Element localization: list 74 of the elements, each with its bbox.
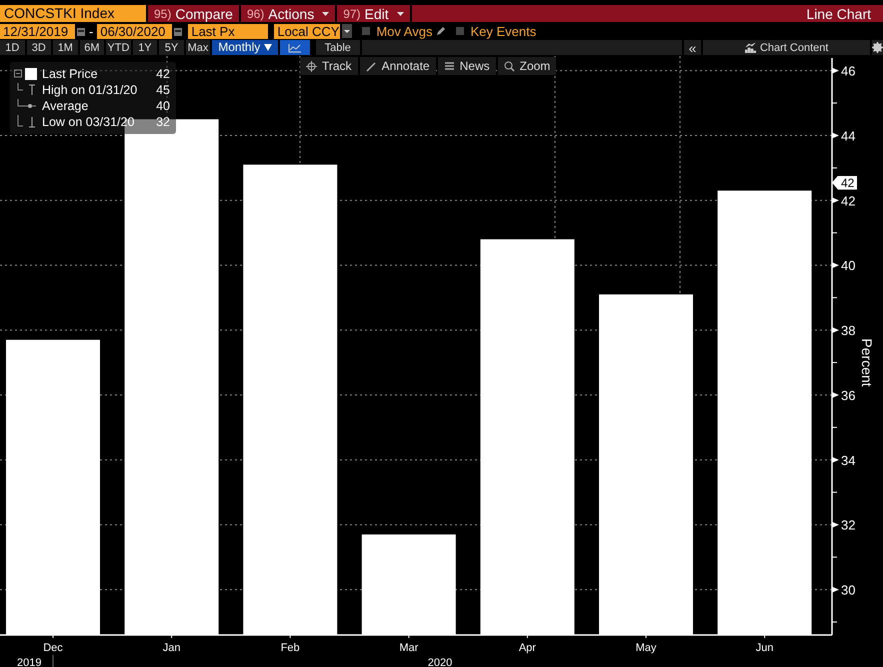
menu-button[interactable]: 97) Edit — [337, 5, 410, 22]
axis-label: 36 — [841, 388, 856, 403]
axis-label: May — [636, 642, 656, 654]
period-tab[interactable]: 3D — [26, 40, 52, 55]
date-separator: - — [88, 24, 94, 38]
start-date-field[interactable]: 12/31/2019 — [0, 24, 75, 38]
legend-value: 32 — [156, 115, 170, 129]
caret-icon — [396, 12, 404, 16]
period-tab[interactable]: 6M — [80, 40, 104, 55]
list-icon — [444, 60, 455, 72]
calendar-icon[interactable] — [174, 26, 182, 36]
option-label: Mov Avgs — [376, 24, 432, 38]
axis-title: Percent — [859, 338, 875, 387]
bar-chart-icon — [744, 42, 756, 52]
axis-label: Jun — [756, 642, 774, 654]
axis-label: 46 — [841, 64, 856, 79]
axis-label: Apr — [518, 642, 536, 654]
dropdown-icon[interactable] — [342, 24, 352, 38]
period-tab[interactable]: 1D — [0, 40, 25, 55]
tool-button[interactable]: Track — [300, 57, 358, 75]
period-tab[interactable]: 1Y — [132, 40, 158, 55]
line-chart-icon — [288, 42, 302, 52]
pencil-icon[interactable] — [436, 26, 446, 36]
legend-label: Average — [42, 99, 90, 113]
legend-value: 45 — [156, 83, 170, 97]
checkbox[interactable] — [456, 27, 464, 35]
legend-label: High on 01/31/20 — [42, 83, 138, 97]
settings-button[interactable] — [872, 40, 883, 55]
axis-label: 44 — [841, 128, 856, 144]
table-tab[interactable]: Table — [316, 40, 360, 55]
axis-label: Dec — [43, 642, 63, 654]
period-tab[interactable]: YTD — [106, 40, 131, 55]
tool-button[interactable]: Annotate — [360, 57, 436, 75]
axis-label: 32 — [841, 518, 856, 533]
collapse-button[interactable]: « — [684, 40, 702, 55]
currency-dropdown[interactable]: Local CCY — [274, 24, 340, 38]
legend-value: 40 — [156, 99, 170, 113]
gear-icon — [872, 42, 883, 53]
axis-label: 40 — [841, 258, 856, 274]
tool-button[interactable]: Zoom — [498, 57, 556, 75]
legend-label: Low on 03/31/20 — [42, 115, 136, 129]
caret-icon — [264, 44, 272, 51]
crosshair-icon — [306, 60, 317, 72]
year-label: 2019 — [17, 657, 42, 667]
calendar-icon[interactable] — [77, 26, 85, 36]
axis-label: 42 — [841, 193, 856, 208]
axis-label: Mar — [399, 642, 418, 654]
pen-icon — [366, 60, 377, 72]
axis-label: Feb — [280, 642, 300, 654]
security-field[interactable]: CONCSTKI Index — [0, 5, 146, 22]
axis-label: 34 — [841, 452, 856, 468]
legend-label: Last Price — [42, 67, 99, 81]
end-date-field[interactable]: 06/30/2020 — [97, 24, 172, 38]
frequency-dropdown[interactable]: Monthly — [212, 40, 278, 55]
menu-button[interactable]: 96) Actions — [240, 5, 336, 22]
caret-icon — [322, 12, 330, 16]
last-value-badge: 42 — [832, 176, 858, 190]
chart-title: Line Chart — [806, 6, 871, 22]
period-tab[interactable]: 5Y — [159, 40, 184, 55]
axis-label: Jan — [162, 642, 180, 654]
year-label: 2020 — [428, 657, 452, 667]
checkbox[interactable] — [362, 27, 370, 35]
period-tab[interactable]: Max — [186, 40, 210, 55]
line-chart-button[interactable] — [280, 40, 310, 55]
axis-label: 38 — [841, 323, 856, 338]
field-dropdown[interactable]: Last Px — [188, 24, 268, 38]
period-tab[interactable]: 1M — [53, 40, 78, 55]
legend-value: 42 — [156, 67, 170, 81]
axis-label: 30 — [841, 582, 856, 598]
option-label: Key Events — [470, 24, 536, 38]
search-icon — [504, 60, 515, 72]
menu-button[interactable]: 95) Compare — [148, 5, 239, 22]
tool-button[interactable]: News — [438, 57, 496, 75]
chart-content-button[interactable]: Chart Content — [703, 40, 870, 55]
